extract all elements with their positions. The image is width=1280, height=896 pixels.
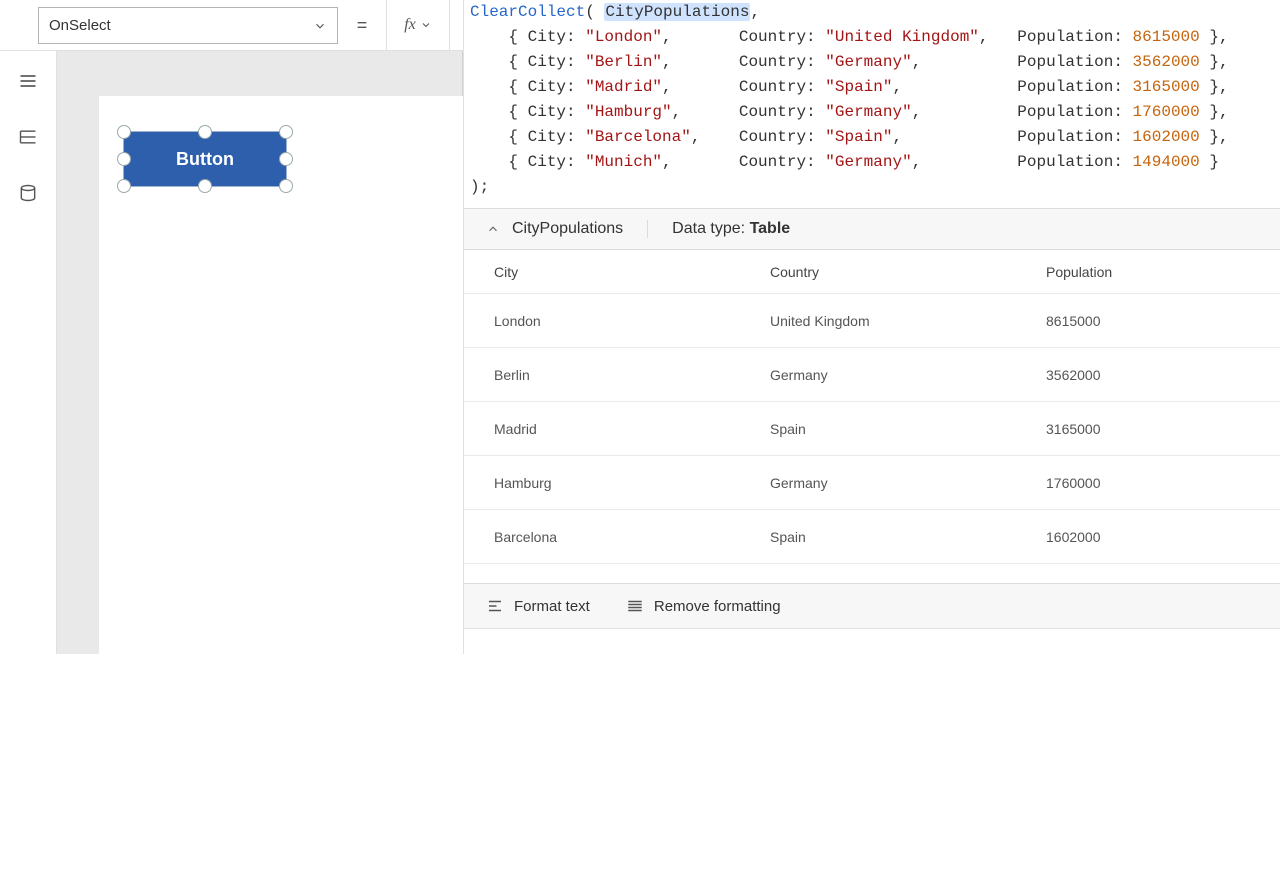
property-selector[interactable]: OnSelect bbox=[38, 7, 338, 44]
resize-handle[interactable] bbox=[117, 179, 131, 193]
cell-country: Germany bbox=[770, 367, 1046, 383]
resize-handle[interactable] bbox=[279, 152, 293, 166]
cell-city: Barcelona bbox=[494, 529, 770, 545]
resize-handle[interactable] bbox=[117, 152, 131, 166]
table-row[interactable]: BerlinGermany3562000 bbox=[464, 348, 1280, 402]
col-header: Country bbox=[770, 264, 1046, 280]
table-row[interactable]: LondonUnited Kingdom8615000 bbox=[464, 294, 1280, 348]
cell-population: 3165000 bbox=[1046, 421, 1280, 437]
remove-formatting-icon bbox=[626, 597, 644, 615]
format-text-icon bbox=[486, 597, 504, 615]
button-label: Button bbox=[176, 149, 234, 170]
hamburger-icon[interactable] bbox=[18, 71, 38, 91]
table-header-row: CityCountryPopulation bbox=[464, 250, 1280, 294]
chevron-down-icon bbox=[313, 19, 327, 33]
tree-view-icon[interactable] bbox=[18, 127, 38, 147]
cell-country: Germany bbox=[770, 475, 1046, 491]
cell-population: 1602000 bbox=[1046, 529, 1280, 545]
equals-sign: = bbox=[338, 0, 386, 50]
cell-country: Spain bbox=[770, 421, 1046, 437]
left-nav-rail bbox=[0, 51, 57, 654]
col-header: Population bbox=[1046, 264, 1280, 280]
cell-population: 3562000 bbox=[1046, 367, 1280, 383]
resize-handle[interactable] bbox=[279, 179, 293, 193]
formula-panel: ClearCollect( CityPopulations, { City: "… bbox=[463, 51, 1280, 654]
cell-population: 1760000 bbox=[1046, 475, 1280, 491]
formula-editor[interactable]: ClearCollect( CityPopulations, { City: "… bbox=[464, 0, 1280, 208]
table-row[interactable]: MadridSpain3165000 bbox=[464, 402, 1280, 456]
property-selector-value: OnSelect bbox=[49, 17, 111, 34]
resize-handle[interactable] bbox=[117, 125, 131, 139]
cell-country: Spain bbox=[770, 529, 1046, 545]
col-header: City bbox=[494, 264, 770, 280]
button-control[interactable]: Button bbox=[124, 132, 286, 186]
bottom-strip bbox=[464, 628, 1280, 654]
cell-city: London bbox=[494, 313, 770, 329]
result-header: CityPopulations Data type: Table bbox=[464, 208, 1280, 250]
cell-population: 8615000 bbox=[1046, 313, 1280, 329]
selected-control[interactable]: Button bbox=[124, 132, 286, 186]
fx-dropdown[interactable]: fx bbox=[386, 0, 450, 50]
cell-country: United Kingdom bbox=[770, 313, 1046, 329]
result-table: CityCountryPopulationLondonUnited Kingdo… bbox=[464, 250, 1280, 583]
canvas-area[interactable]: Button bbox=[57, 51, 463, 654]
data-icon[interactable] bbox=[18, 183, 38, 203]
chevron-down-icon bbox=[420, 19, 432, 31]
resize-handle[interactable] bbox=[279, 125, 293, 139]
formula-footer: Format text Remove formatting bbox=[464, 583, 1280, 628]
fx-label: fx bbox=[404, 16, 416, 34]
resize-handle[interactable] bbox=[198, 179, 212, 193]
table-row[interactable]: HamburgGermany1760000 bbox=[464, 456, 1280, 510]
remove-formatting-label: Remove formatting bbox=[654, 598, 781, 615]
format-text-button[interactable]: Format text bbox=[486, 597, 590, 615]
format-text-label: Format text bbox=[514, 598, 590, 615]
cell-city: Hamburg bbox=[494, 475, 770, 491]
cell-city: Madrid bbox=[494, 421, 770, 437]
remove-formatting-button[interactable]: Remove formatting bbox=[626, 597, 781, 615]
cell-city: Berlin bbox=[494, 367, 770, 383]
table-row[interactable]: BarcelonaSpain1602000 bbox=[464, 510, 1280, 564]
chevron-up-icon[interactable] bbox=[486, 222, 500, 236]
resize-handle[interactable] bbox=[198, 125, 212, 139]
result-collection-name: CityPopulations bbox=[512, 220, 648, 238]
result-data-type: Data type: Table bbox=[672, 220, 790, 238]
